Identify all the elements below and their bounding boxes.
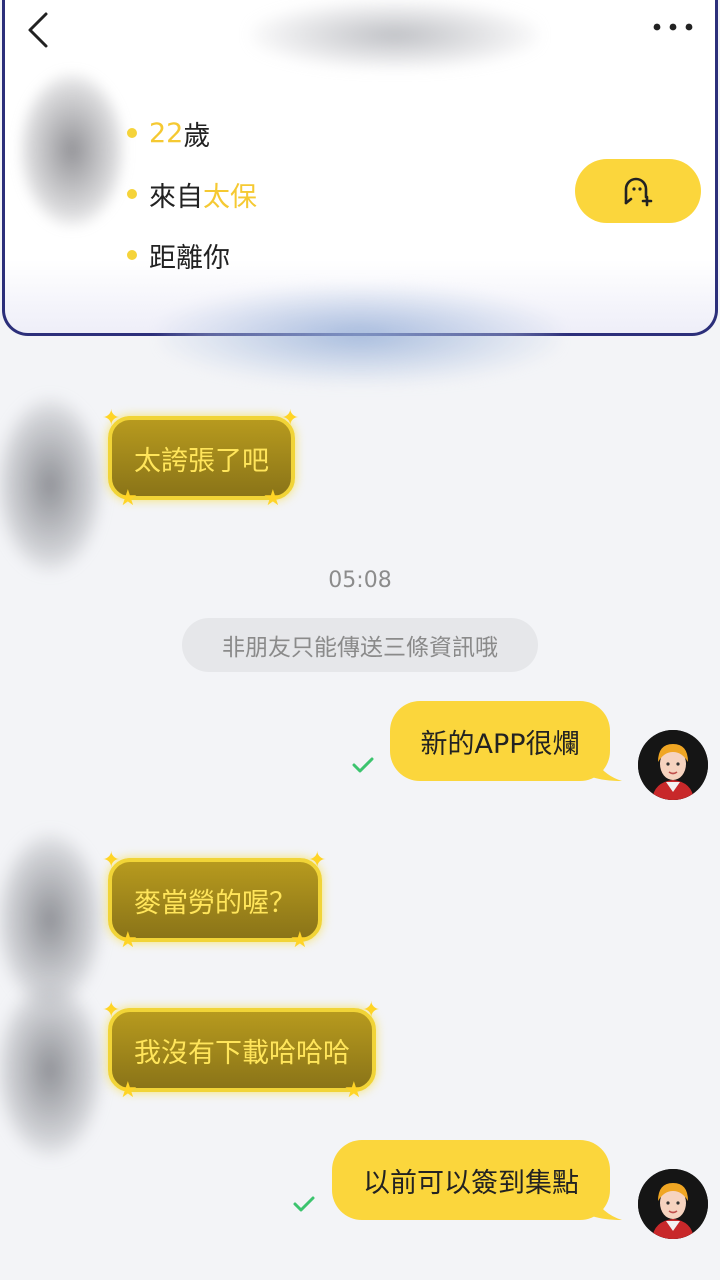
age-number: 22 (149, 117, 184, 149)
top-bar (0, 0, 720, 70)
title-redacted (250, 0, 540, 70)
my-avatar[interactable] (638, 730, 708, 800)
location-prefix: 來自 (149, 181, 203, 213)
peer-avatar[interactable] (0, 395, 105, 575)
add-friend-icon (624, 177, 653, 207)
avatar-icon (638, 1169, 708, 1239)
check-icon (352, 757, 374, 773)
age-unit: 歲 (183, 120, 211, 152)
message-text: 我沒有下載哈哈哈 (134, 1037, 350, 1069)
message-text: 新的APP很爛 (420, 728, 580, 760)
star-icon: ✦ (308, 848, 327, 873)
profile-avatar[interactable] (17, 70, 127, 230)
star-icon: ✦ (102, 848, 121, 873)
my-avatar[interactable] (638, 1169, 708, 1239)
star-icon: ★ (344, 1078, 364, 1103)
system-notice: 非朋友只能傳送三條資訊哦 (182, 618, 538, 672)
star-icon: ★ (290, 928, 310, 953)
redacted-area (160, 285, 560, 385)
distance-line: 距離你 (127, 235, 230, 275)
message-text: 太誇張了吧 (134, 445, 269, 477)
bullet-icon (127, 128, 137, 138)
message-text: 以前可以簽到集點 (363, 1167, 579, 1199)
peer-avatar[interactable] (0, 980, 105, 1160)
star-icon: ★ (118, 486, 138, 511)
message-text: 麥當勞的喔？ (134, 887, 296, 919)
peer-message-bubble[interactable]: 麥當勞的喔？ ✦ ✦ ★ ★ (102, 850, 326, 952)
location-place: 太保 (203, 181, 257, 213)
peer-message-bubble[interactable]: 我沒有下載哈哈哈 ✦ ✦ ★ ★ (102, 1000, 380, 1102)
star-icon: ★ (263, 486, 283, 511)
my-message-bubble[interactable]: 以前可以簽到集點 (332, 1140, 622, 1220)
more-horizontal-icon[interactable] (648, 14, 698, 40)
star-icon: ★ (118, 928, 138, 953)
chevron-left-icon[interactable] (22, 8, 58, 52)
check-icon (293, 1196, 315, 1212)
bullet-icon (127, 250, 137, 260)
star-icon: ★ (118, 1078, 138, 1103)
star-icon: ✦ (281, 406, 300, 431)
distance-label: 距離你 (149, 242, 230, 274)
avatar-icon (638, 730, 708, 800)
star-icon: ✦ (362, 998, 381, 1023)
my-message-bubble[interactable]: 新的APP很爛 (390, 701, 622, 781)
peer-message-bubble[interactable]: 太誇張了吧 ✦ ✦ ★ ★ (102, 408, 299, 510)
bubble-tail (592, 755, 622, 781)
star-icon: ✦ (102, 998, 121, 1023)
bullet-icon (127, 189, 137, 199)
star-icon: ✦ (102, 406, 121, 431)
location-line: 來自 太保 (127, 174, 257, 214)
bubble-tail (592, 1194, 622, 1220)
age-line: 22 歲 (127, 113, 210, 153)
add-friend-button[interactable] (575, 159, 701, 223)
timestamp: 05:08 (328, 568, 392, 593)
